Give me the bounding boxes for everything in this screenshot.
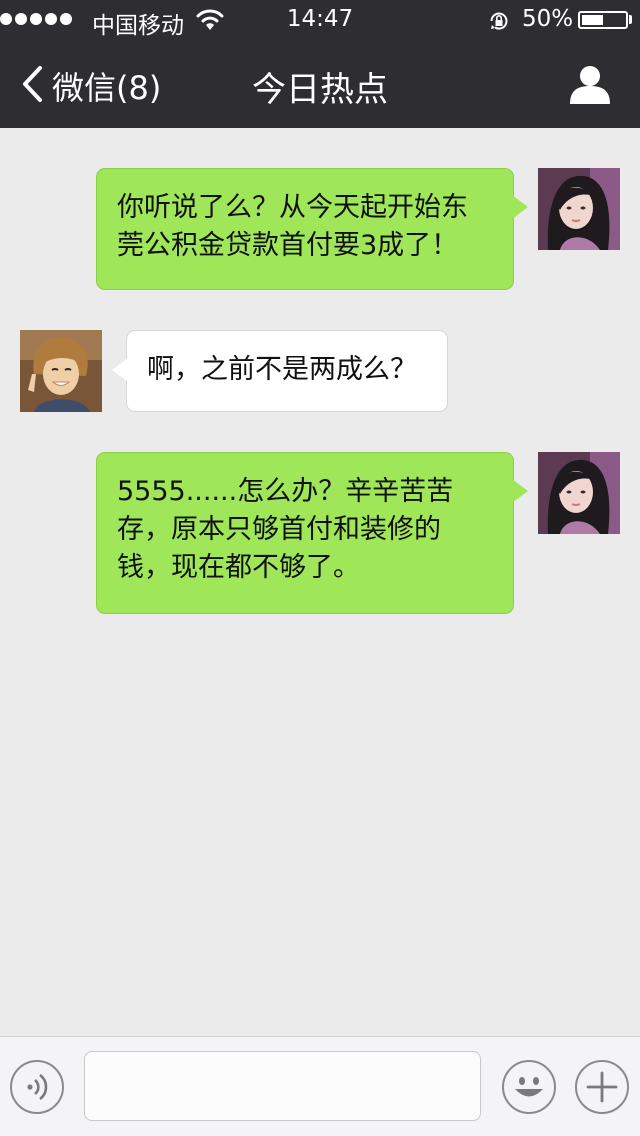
- message-input[interactable]: [84, 1051, 481, 1121]
- more-button[interactable]: [575, 1060, 629, 1114]
- message-bubble-2[interactable]: 啊，之前不是两成么？: [112, 330, 448, 412]
- plus-icon: [586, 1071, 618, 1103]
- input-bar: [0, 1036, 640, 1136]
- message-2-line-1: 啊，之前不是两成么？: [147, 354, 417, 385]
- message-bubble-1[interactable]: 你听说了么？从今天起开始东 莞公积金贷款首付要3成了！: [96, 168, 528, 290]
- battery-percent: 50%: [522, 6, 574, 32]
- nav-bar: 微信(8) 今日热点: [0, 40, 640, 128]
- status-bar: 中国移动 14:47 50%: [0, 0, 640, 40]
- message-3-line-3: 钱，现在都不够了。: [117, 552, 360, 583]
- message-3-line-2: 存，原本只够首付和装修的: [117, 514, 441, 545]
- message-1-line-2: 莞公积金贷款首付要3成了！: [117, 230, 459, 261]
- voice-button[interactable]: [10, 1060, 64, 1114]
- rotation-lock-icon: [490, 12, 508, 30]
- voice-icon: [27, 1073, 48, 1101]
- boy-avatar[interactable]: [20, 330, 102, 412]
- girl-avatar[interactable]: [538, 168, 620, 250]
- top-bar: 中国移动 14:47 50% 微信(8) 今日热点: [0, 0, 640, 128]
- battery-icon: [578, 11, 628, 29]
- emoji-button[interactable]: [502, 1060, 556, 1114]
- battery-cap: [629, 15, 632, 24]
- battery-level-fill: [582, 15, 603, 25]
- chat-screen: 中国移动 14:47 50% 微信(8) 今日热点 你听说了么？从今天起开始东 …: [0, 0, 640, 1136]
- message-bubble-3[interactable]: 5555......怎么办？辛辛苦苦 存，原本只够首付和装修的 钱，现在都不够了…: [96, 452, 528, 614]
- chat-title: 今日热点: [252, 70, 388, 110]
- emoji-icon: [515, 1077, 543, 1097]
- message-3-line-1: 5555......怎么办？辛辛苦苦: [117, 476, 454, 507]
- girl-avatar[interactable]: [538, 452, 620, 534]
- contact-profile-icon[interactable]: [568, 64, 612, 104]
- message-1-line-1: 你听说了么？从今天起开始东: [117, 192, 468, 223]
